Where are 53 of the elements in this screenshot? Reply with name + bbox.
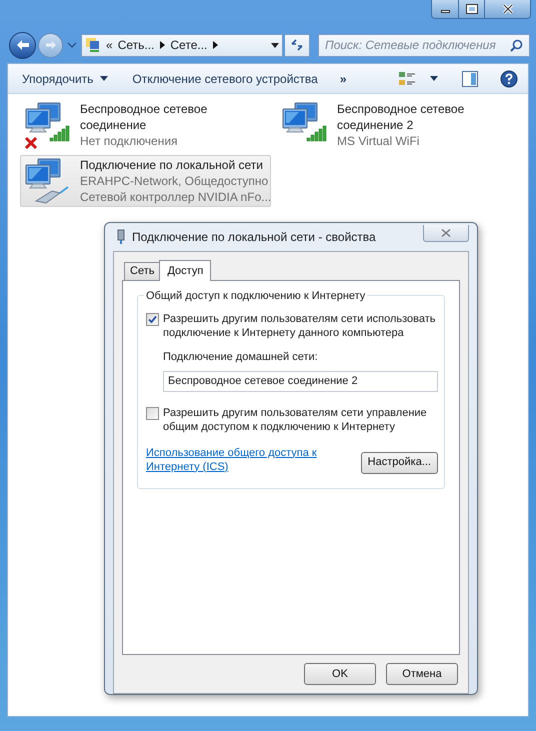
dialog-button[interactable]: OK	[304, 663, 376, 685]
dialog-title: Подключение по локальной сети - свойства	[132, 229, 377, 246]
breadcrumb[interactable]: Сеть...	[118, 36, 154, 54]
home-network-field[interactable]: Беспроводное сетевое соединение 2	[163, 370, 438, 392]
dropdown-caret-icon[interactable]	[430, 76, 438, 81]
view-options-icon[interactable]	[398, 70, 416, 86]
breadcrumb-arrow-icon[interactable]	[213, 41, 218, 49]
help-icon[interactable]	[500, 70, 518, 88]
connection-item[interactable]: Беспроводное сетевое соединение Нет подключения	[20, 99, 271, 151]
breadcrumb-overflow[interactable]: «	[106, 36, 113, 54]
tab[interactable]: Сеть	[124, 262, 160, 280]
tab[interactable]: Доступ	[159, 260, 212, 281]
checkbox[interactable]	[146, 406, 159, 420]
back-button[interactable]	[9, 32, 36, 58]
connection-detail: Нет подключения	[80, 133, 179, 149]
close-button[interactable]	[423, 224, 469, 242]
checkbox[interactable]	[146, 313, 159, 326]
search-icon[interactable]	[510, 38, 523, 52]
toolbar-command[interactable]: Отключение сетевого устройства	[132, 70, 318, 88]
connection-item[interactable]: Подключение по локальной сети ERAHPC-Network, Общедоступно Сетевой контроллер NVIDIA nFo...	[20, 155, 271, 207]
forward-arrow-icon	[44, 40, 56, 50]
organize-menu-button[interactable]: Упорядочить	[22, 70, 108, 88]
connection-detail: ERAHPC-Network, Общедоступно	[80, 173, 270, 189]
settings-button[interactable]: Настройка...	[360, 452, 438, 474]
breadcrumb[interactable]: Сете...	[170, 36, 208, 54]
back-arrow-icon	[16, 39, 30, 51]
connection-detail: MS Virtual WiFi	[337, 133, 420, 149]
network-adapter-icon	[116, 229, 126, 245]
connection-item[interactable]: Беспроводное сетевое соединение 2 MS Virtual WiFi	[277, 99, 528, 151]
connection-name: Подключение по локальной сети	[80, 157, 264, 173]
caret-icon	[100, 76, 108, 81]
group-title: Общий доступ к подключению к Интернету	[144, 288, 368, 304]
breadcrumb-arrow-icon[interactable]	[160, 41, 166, 49]
close-icon	[441, 228, 451, 236]
connection-name: Беспроводное сетевое соединение	[80, 101, 208, 133]
close-icon	[502, 4, 514, 14]
checkbox-label[interactable]: Разрешить другим пользователям сети использовать подключение к Интернету данного компьютера	[163, 312, 438, 340]
field-label: Подключение домашней сети:	[163, 350, 319, 365]
checkbox-label[interactable]: Разрешить другим пользователям сети управление общим доступом к подключению к Интернету	[163, 406, 438, 434]
preview-pane-icon[interactable]	[462, 70, 478, 86]
connection-detail: Сетевой контроллер NVIDIA nFo...	[80, 189, 270, 205]
dialog-button[interactable]: Отмена	[386, 663, 458, 685]
close-button[interactable]	[485, 0, 530, 18]
connection-name: Беспроводное сетевое соединение 2	[337, 101, 466, 133]
network-folder-icon	[85, 37, 101, 53]
refresh-icon	[290, 39, 304, 51]
maximize-button[interactable]	[459, 0, 485, 18]
help-link[interactable]: Использование общего доступа к Интернету (ICS)	[146, 446, 326, 474]
refresh-button[interactable]	[285, 34, 310, 56]
dropdown-caret-icon[interactable]	[271, 42, 279, 48]
minimize-button[interactable]	[432, 0, 459, 18]
address-bar[interactable]: « Сеть... Сете...	[81, 34, 283, 56]
more-commands-button[interactable]: »	[340, 70, 346, 88]
